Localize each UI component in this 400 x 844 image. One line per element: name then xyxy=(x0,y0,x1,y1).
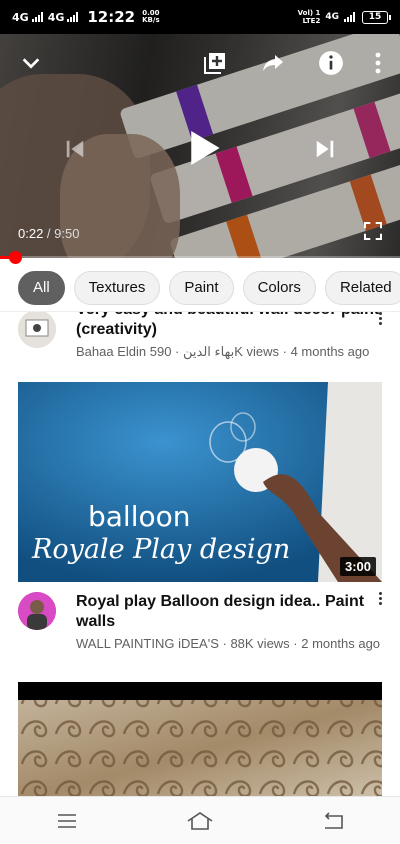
duration-badge: 3:00 xyxy=(339,557,376,576)
status-bar: 4G 4G 12:22 0.00 KB/s Vol) 1 LTE2 4G 15 xyxy=(0,0,400,34)
battery-icon: 15 xyxy=(362,10,391,24)
total-duration: 9:50 xyxy=(54,226,80,241)
video-title[interactable]: Royal play Balloon design idea.. Paint w… xyxy=(76,592,382,632)
chip-related[interactable]: Related xyxy=(324,270,400,305)
avatar[interactable] xyxy=(18,312,56,348)
more-vert-icon[interactable] xyxy=(366,48,390,78)
signal-icon xyxy=(31,12,43,22)
video-feed[interactable]: Very easy and beautiful wall decor paint… xyxy=(0,312,400,796)
volte-line-2: LTE2 xyxy=(302,17,321,25)
clock: 12:22 xyxy=(87,8,136,26)
video-thumbnail[interactable] xyxy=(18,682,382,796)
menu-icon[interactable] xyxy=(47,806,87,836)
previous-icon[interactable] xyxy=(58,132,92,166)
seek-bar[interactable] xyxy=(0,251,400,264)
avatar[interactable] xyxy=(18,592,56,630)
video-item[interactable]: Very easy and beautiful wall decor paint… xyxy=(18,312,382,361)
volte-line-1: Vol) 1 xyxy=(297,9,321,17)
speed-unit: KB/s xyxy=(142,16,160,24)
system-nav-bar xyxy=(0,796,400,844)
network-type-3: 4G xyxy=(325,12,339,22)
network-type-1: 4G xyxy=(12,10,29,24)
chevron-down-icon[interactable] xyxy=(16,48,46,78)
chip-paint[interactable]: Paint xyxy=(169,270,234,305)
time-separator: / xyxy=(43,226,55,241)
thumbnail-art xyxy=(18,682,382,796)
battery-level: 15 xyxy=(368,12,382,22)
chip-all[interactable]: All xyxy=(18,270,65,305)
info-icon[interactable] xyxy=(316,48,346,78)
video-meta: Bahaa Eldin بهاء الدين · 590K views · 4 … xyxy=(76,344,370,359)
filter-chips: All Textures Paint Colors Related xyxy=(0,264,400,312)
thumbnail-text-2: Royale Play design xyxy=(32,534,291,565)
video-player[interactable]: 0:22 / 9:50 xyxy=(0,34,400,258)
home-icon[interactable] xyxy=(180,806,220,836)
video-title[interactable]: Very easy and beautiful wall decor paint… xyxy=(76,312,382,340)
more-vert-icon[interactable] xyxy=(376,312,384,325)
video-text: Very easy and beautiful wall decor paint… xyxy=(76,312,382,361)
back-icon[interactable] xyxy=(313,806,353,836)
view-count: 88K views xyxy=(230,636,290,651)
volte-indicator: Vol) 1 LTE2 xyxy=(298,9,321,25)
channel-name[interactable]: WALL PAINTING iDEA'S xyxy=(76,636,219,651)
playback-time: 0:22 / 9:50 xyxy=(18,226,79,241)
thumbnail-text-1: balloon xyxy=(88,500,191,533)
chip-colors[interactable]: Colors xyxy=(242,270,316,305)
network-speed: 0.00 KB/s xyxy=(142,10,159,24)
upload-age: 4 months ago xyxy=(290,344,370,359)
video-item[interactable]: Royal play Balloon design idea.. Paint w… xyxy=(18,592,382,653)
more-vert-icon[interactable] xyxy=(376,592,384,605)
signal-icon xyxy=(344,12,355,22)
video-meta: WALL PAINTING iDEA'S · 88K views · 2 mon… xyxy=(76,636,381,651)
current-time: 0:22 xyxy=(18,226,44,241)
video-thumbnail[interactable]: balloon Royale Play design 3:00 xyxy=(18,382,382,582)
share-icon[interactable] xyxy=(258,48,288,78)
fullscreen-icon[interactable] xyxy=(358,216,388,246)
add-to-playlist-icon[interactable] xyxy=(200,48,230,78)
signal-icon xyxy=(67,12,79,22)
chip-textures[interactable]: Textures xyxy=(73,270,161,305)
upload-age: 2 months ago xyxy=(301,636,381,651)
video-text: Royal play Balloon design idea.. Paint w… xyxy=(76,592,382,653)
seek-bar-knob[interactable] xyxy=(8,251,22,264)
network-type-2: 4G xyxy=(47,10,65,24)
play-icon[interactable] xyxy=(180,124,228,172)
next-icon[interactable] xyxy=(308,132,342,166)
